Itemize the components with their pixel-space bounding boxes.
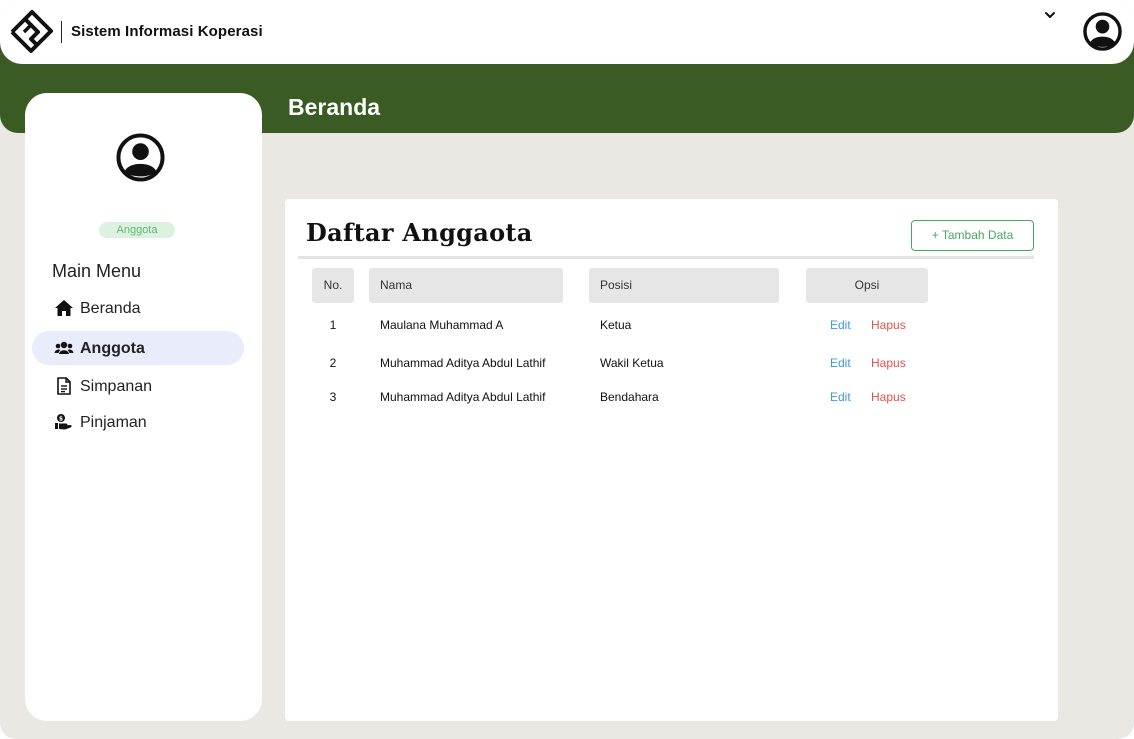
sidebar-item-label: Anggota <box>80 340 145 357</box>
row-3-edit-link[interactable]: Edit <box>830 390 851 404</box>
logo-divider <box>61 21 62 43</box>
user-avatar-icon[interactable] <box>1083 12 1122 51</box>
row-3-delete-link[interactable]: Hapus <box>871 390 906 404</box>
column-header-no[interactable]: No. <box>312 268 354 303</box>
sidebar-item-beranda[interactable]: Beranda <box>32 291 244 325</box>
home-icon <box>55 300 73 316</box>
role-badge: Anggota <box>99 222 175 238</box>
sidebar-item-label: Beranda <box>80 300 141 317</box>
card-title: Daftar Anggaota <box>306 218 533 247</box>
row-1-posisi: Ketua <box>600 318 632 332</box>
title-divider <box>298 256 1034 259</box>
app-frame: Sistem Informasi Koperasi Beranda Anggot… <box>0 0 1134 739</box>
row-2-edit-link[interactable]: Edit <box>830 356 851 370</box>
column-header-opsi: Opsi <box>806 268 928 303</box>
sidebar-item-pinjaman[interactable]: $ Pinjaman <box>32 405 244 439</box>
column-header-nama[interactable]: Nama <box>369 268 563 303</box>
row-1-no: 1 <box>329 318 337 332</box>
profile-avatar-icon <box>116 133 165 182</box>
page-title: Beranda <box>288 94 381 120</box>
menu-heading: Main Menu <box>52 261 142 281</box>
koperasi-logo-icon[interactable] <box>8 10 54 54</box>
hand-money-icon: $ <box>55 414 72 430</box>
row-1-delete-link[interactable]: Hapus <box>871 318 906 332</box>
sidebar-item-simpanan[interactable]: Simpanan <box>32 369 244 403</box>
sidebar-item-label: Pinjaman <box>80 414 147 431</box>
row-2-posisi: Wakil Ketua <box>600 356 664 370</box>
row-1-edit-link[interactable]: Edit <box>830 318 851 332</box>
column-header-posisi[interactable]: Posisi <box>589 268 779 303</box>
top-header: Sistem Informasi Koperasi <box>0 0 1134 64</box>
row-3-posisi: Bendahara <box>600 390 659 404</box>
add-data-button[interactable]: + Tambah Data <box>911 220 1034 251</box>
document-icon <box>57 377 71 395</box>
sidebar-item-label: Simpanan <box>80 378 153 395</box>
sidebar-item-anggota[interactable]: Anggota <box>32 331 244 365</box>
sidebar: Anggota Main Menu Beranda Anggota Simpan… <box>25 93 262 721</box>
svg-text:$: $ <box>59 415 63 422</box>
chevron-down-icon[interactable] <box>1043 9 1057 21</box>
row-2-delete-link[interactable]: Hapus <box>871 356 906 370</box>
row-1-nama: Maulana Muhammad A <box>380 318 504 332</box>
users-icon <box>54 341 74 354</box>
row-2-nama: Muhammad Aditya Abdul Lathif <box>380 356 546 370</box>
app-title: Sistem Informasi Koperasi <box>71 23 263 40</box>
row-3-nama: Muhammad Aditya Abdul Lathif <box>380 390 546 404</box>
row-2-no: 2 <box>329 356 337 370</box>
row-3-no: 3 <box>329 390 337 404</box>
member-list-card: Daftar Anggaota + Tambah Data No. Nama P… <box>285 199 1058 721</box>
